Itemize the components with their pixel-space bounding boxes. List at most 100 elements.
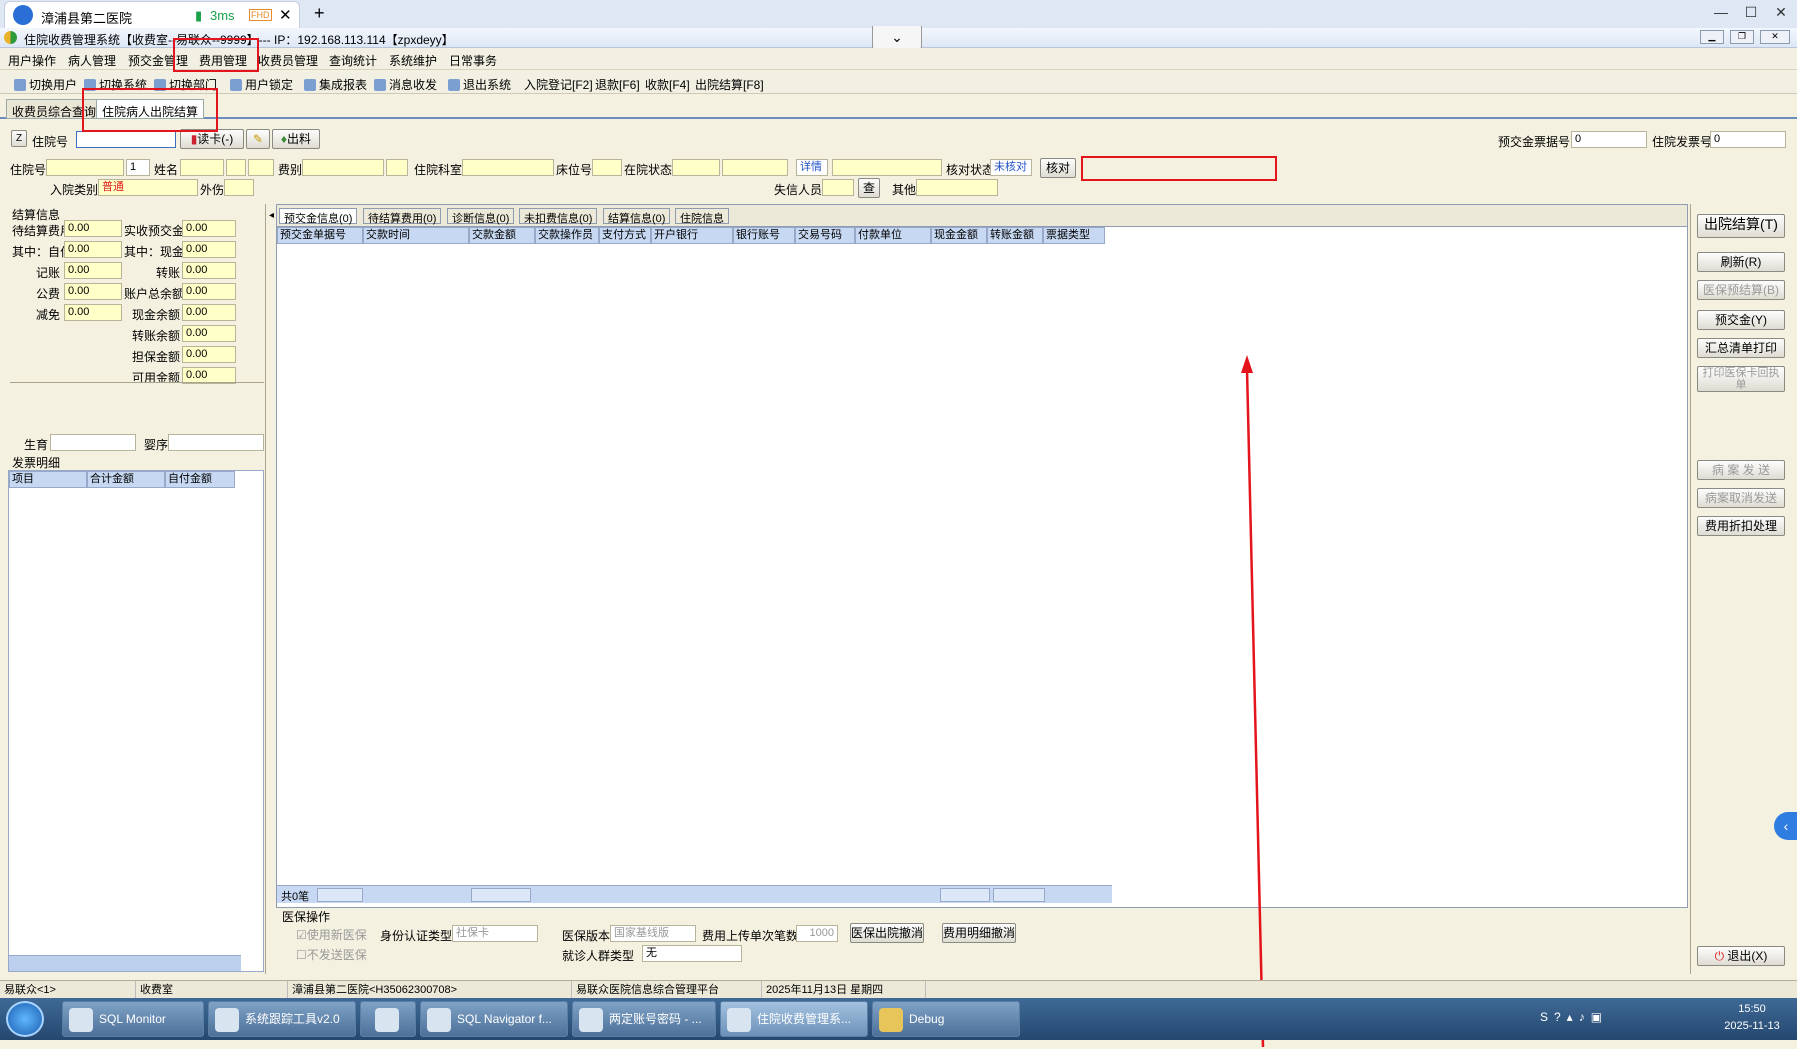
summary-print-button[interactable]: 汇总清单打印 (1697, 338, 1785, 358)
menu-daily[interactable]: 日常事务 (449, 52, 497, 69)
invoice-no-input[interactable]: 0 (1710, 131, 1786, 148)
bed-field[interactable] (592, 159, 622, 176)
app-restore-button[interactable]: ❐ (1730, 30, 1754, 44)
inpatient-no-input[interactable] (76, 131, 176, 148)
case-cancel-send-button[interactable]: 病案取消发送 (1697, 488, 1785, 508)
menu-query[interactable]: 查询统计 (329, 52, 377, 69)
z-button[interactable]: Z (11, 130, 27, 147)
grid-column-header[interactable]: 交款操作员 (535, 227, 599, 244)
name-field[interactable] (180, 159, 224, 176)
other-field[interactable] (916, 179, 998, 196)
remote-session-tab[interactable]: 漳浦县第二医院 ▮ 3ms FHD ✕ (4, 1, 300, 28)
discharge-settle-main-button[interactable]: 出院结算(T) (1697, 214, 1785, 238)
prepay-no-input[interactable]: 0 (1571, 131, 1647, 148)
lock-user-button[interactable]: 用户锁定 (230, 76, 293, 93)
menu-user-ops[interactable]: 用户操作 (8, 52, 56, 69)
injury-field[interactable] (224, 179, 254, 196)
out-med-button[interactable]: ♦出料 (272, 129, 320, 149)
tab-pending-fees[interactable]: 待结算费用(0) (363, 208, 442, 225)
detail-field[interactable] (832, 159, 942, 176)
use-new-checkbox[interactable]: ☑使用新医保 (296, 926, 367, 943)
invoice-detail-grid[interactable]: 项目 合计金额 自付金额 (8, 470, 264, 972)
read-card-button[interactable]: ▮读卡(-) (180, 129, 244, 149)
insurance-pre-settle-button[interactable]: 医保预结算(B) (1697, 280, 1785, 300)
row2-inpatient-no-field[interactable] (46, 159, 124, 176)
prepay-button[interactable]: 预交金(Y) (1697, 310, 1785, 330)
grid-column-header[interactable]: 票据类型 (1043, 227, 1105, 244)
case-send-button[interactable]: 病 案 发 送 (1697, 460, 1785, 480)
sex-field[interactable] (226, 159, 246, 176)
tab-settlement[interactable]: 结算信息(0) (603, 208, 671, 225)
grid-column-header[interactable]: 现金金额 (931, 227, 987, 244)
birth-select[interactable] (50, 434, 136, 451)
baby-seq-select[interactable] (168, 434, 264, 451)
side-collapse-icon[interactable]: ‹ (1774, 812, 1797, 840)
print-insurance-receipt-button[interactable]: 打印医保卡回执单 (1697, 366, 1785, 392)
grid-column-header[interactable]: 交易号码 (795, 227, 855, 244)
menu-system[interactable]: 系统维护 (389, 52, 437, 69)
collect-button[interactable]: 收款[F4] (645, 76, 690, 93)
version-select[interactable]: 国家基线版 (610, 925, 696, 942)
task-sql-monitor[interactable]: SQL Monitor (62, 1001, 204, 1037)
switch-user-button[interactable]: 切换用户 (14, 76, 77, 93)
minimize-button[interactable]: — (1706, 4, 1736, 20)
pencil-button[interactable]: ✎ (246, 129, 270, 149)
maximize-button[interactable]: ☐ (1736, 4, 1766, 21)
grid-column-header[interactable]: 转账金额 (987, 227, 1043, 244)
app-close-button[interactable]: ✕ (1760, 30, 1790, 44)
grid-column-header[interactable]: 开户银行 (651, 227, 733, 244)
task-billing-system[interactable]: 住院收费管理系... (720, 1001, 868, 1037)
status-date-field[interactable] (722, 159, 788, 176)
new-tab-button[interactable]: + (314, 3, 325, 24)
tab-prepay-info[interactable]: 预交金信息(0) (279, 208, 358, 225)
fee-type-code-field[interactable] (386, 159, 408, 176)
task-passwords[interactable]: 两定账号密码 - ... (572, 1001, 716, 1037)
close-button[interactable]: ✕ (1766, 4, 1796, 21)
status-field[interactable] (672, 159, 720, 176)
splitter-arrow-icon[interactable]: ◂ (269, 210, 274, 221)
task-sql-navigator[interactable]: SQL Navigator f... (420, 1001, 568, 1037)
dept-field[interactable] (462, 159, 554, 176)
grid-column-header[interactable]: 银行账号 (733, 227, 795, 244)
fee-detail-cancel-button[interactable]: 费用明细撤消 (942, 923, 1016, 943)
task-app-icon[interactable] (360, 1001, 416, 1037)
id-type-select[interactable]: 社保卡 (452, 925, 538, 942)
menu-cashier[interactable]: 收费员管理 (258, 52, 318, 69)
grid-column-header[interactable]: 交款时间 (363, 227, 469, 244)
insurance-discharge-cancel-button[interactable]: 医保出院撤消 (850, 923, 924, 943)
lost-credit-field[interactable] (822, 179, 854, 196)
task-trace-tool[interactable]: 系统跟踪工具v2.0 (208, 1001, 356, 1037)
refund-button[interactable]: 退款[F6] (595, 76, 640, 93)
tab-hospital-info[interactable]: 住院信息 (675, 208, 729, 225)
crowd-select[interactable]: 无 (642, 945, 742, 962)
detail-link[interactable]: 详情 (796, 159, 828, 176)
seq-field[interactable]: 1 (126, 159, 150, 176)
refresh-button[interactable]: 刷新(R) (1697, 252, 1785, 272)
upload-field[interactable]: 1000 (796, 925, 838, 942)
grid-column-header[interactable]: 付款单位 (855, 227, 931, 244)
check-button[interactable]: 查 (858, 178, 880, 198)
grid-column-header[interactable]: 交款金额 (469, 227, 535, 244)
admit-register-button[interactable]: 入院登记[F2] (524, 76, 593, 93)
exit-system-button[interactable]: 退出系统 (448, 76, 511, 93)
menu-patient[interactable]: 病人管理 (68, 52, 116, 69)
discharge-settle-button[interactable]: 出院结算[F8] (695, 76, 764, 93)
reports-button[interactable]: 集成报表 (304, 76, 367, 93)
tab-unpaid[interactable]: 未扣费信息(0) (519, 208, 598, 225)
no-send-checkbox[interactable]: ☐不发送医保 (296, 946, 367, 963)
tab-diagnosis[interactable]: 诊断信息(0) (447, 208, 515, 225)
messages-button[interactable]: 消息收发 (374, 76, 437, 93)
verify-button[interactable]: 核对 (1040, 158, 1076, 178)
grid-column-header[interactable]: 支付方式 (599, 227, 651, 244)
system-tray-icons[interactable]: S?▴♪▣ (1540, 1010, 1608, 1024)
exit-button[interactable]: ⏻ 退出(X) (1697, 946, 1785, 966)
admit-type-field[interactable]: 普通 (98, 179, 198, 196)
app-minimize-button[interactable]: ▁ (1700, 30, 1724, 44)
task-debug-folder[interactable]: Debug (872, 1001, 1020, 1037)
fee-discount-button[interactable]: 费用折扣处理 (1697, 516, 1785, 536)
start-button-icon[interactable] (6, 1001, 44, 1037)
age-field[interactable] (248, 159, 274, 176)
grid-column-header[interactable]: 预交金单据号 (277, 227, 363, 244)
close-tab-icon[interactable]: ✕ (279, 6, 292, 24)
fee-type-field[interactable] (302, 159, 384, 176)
